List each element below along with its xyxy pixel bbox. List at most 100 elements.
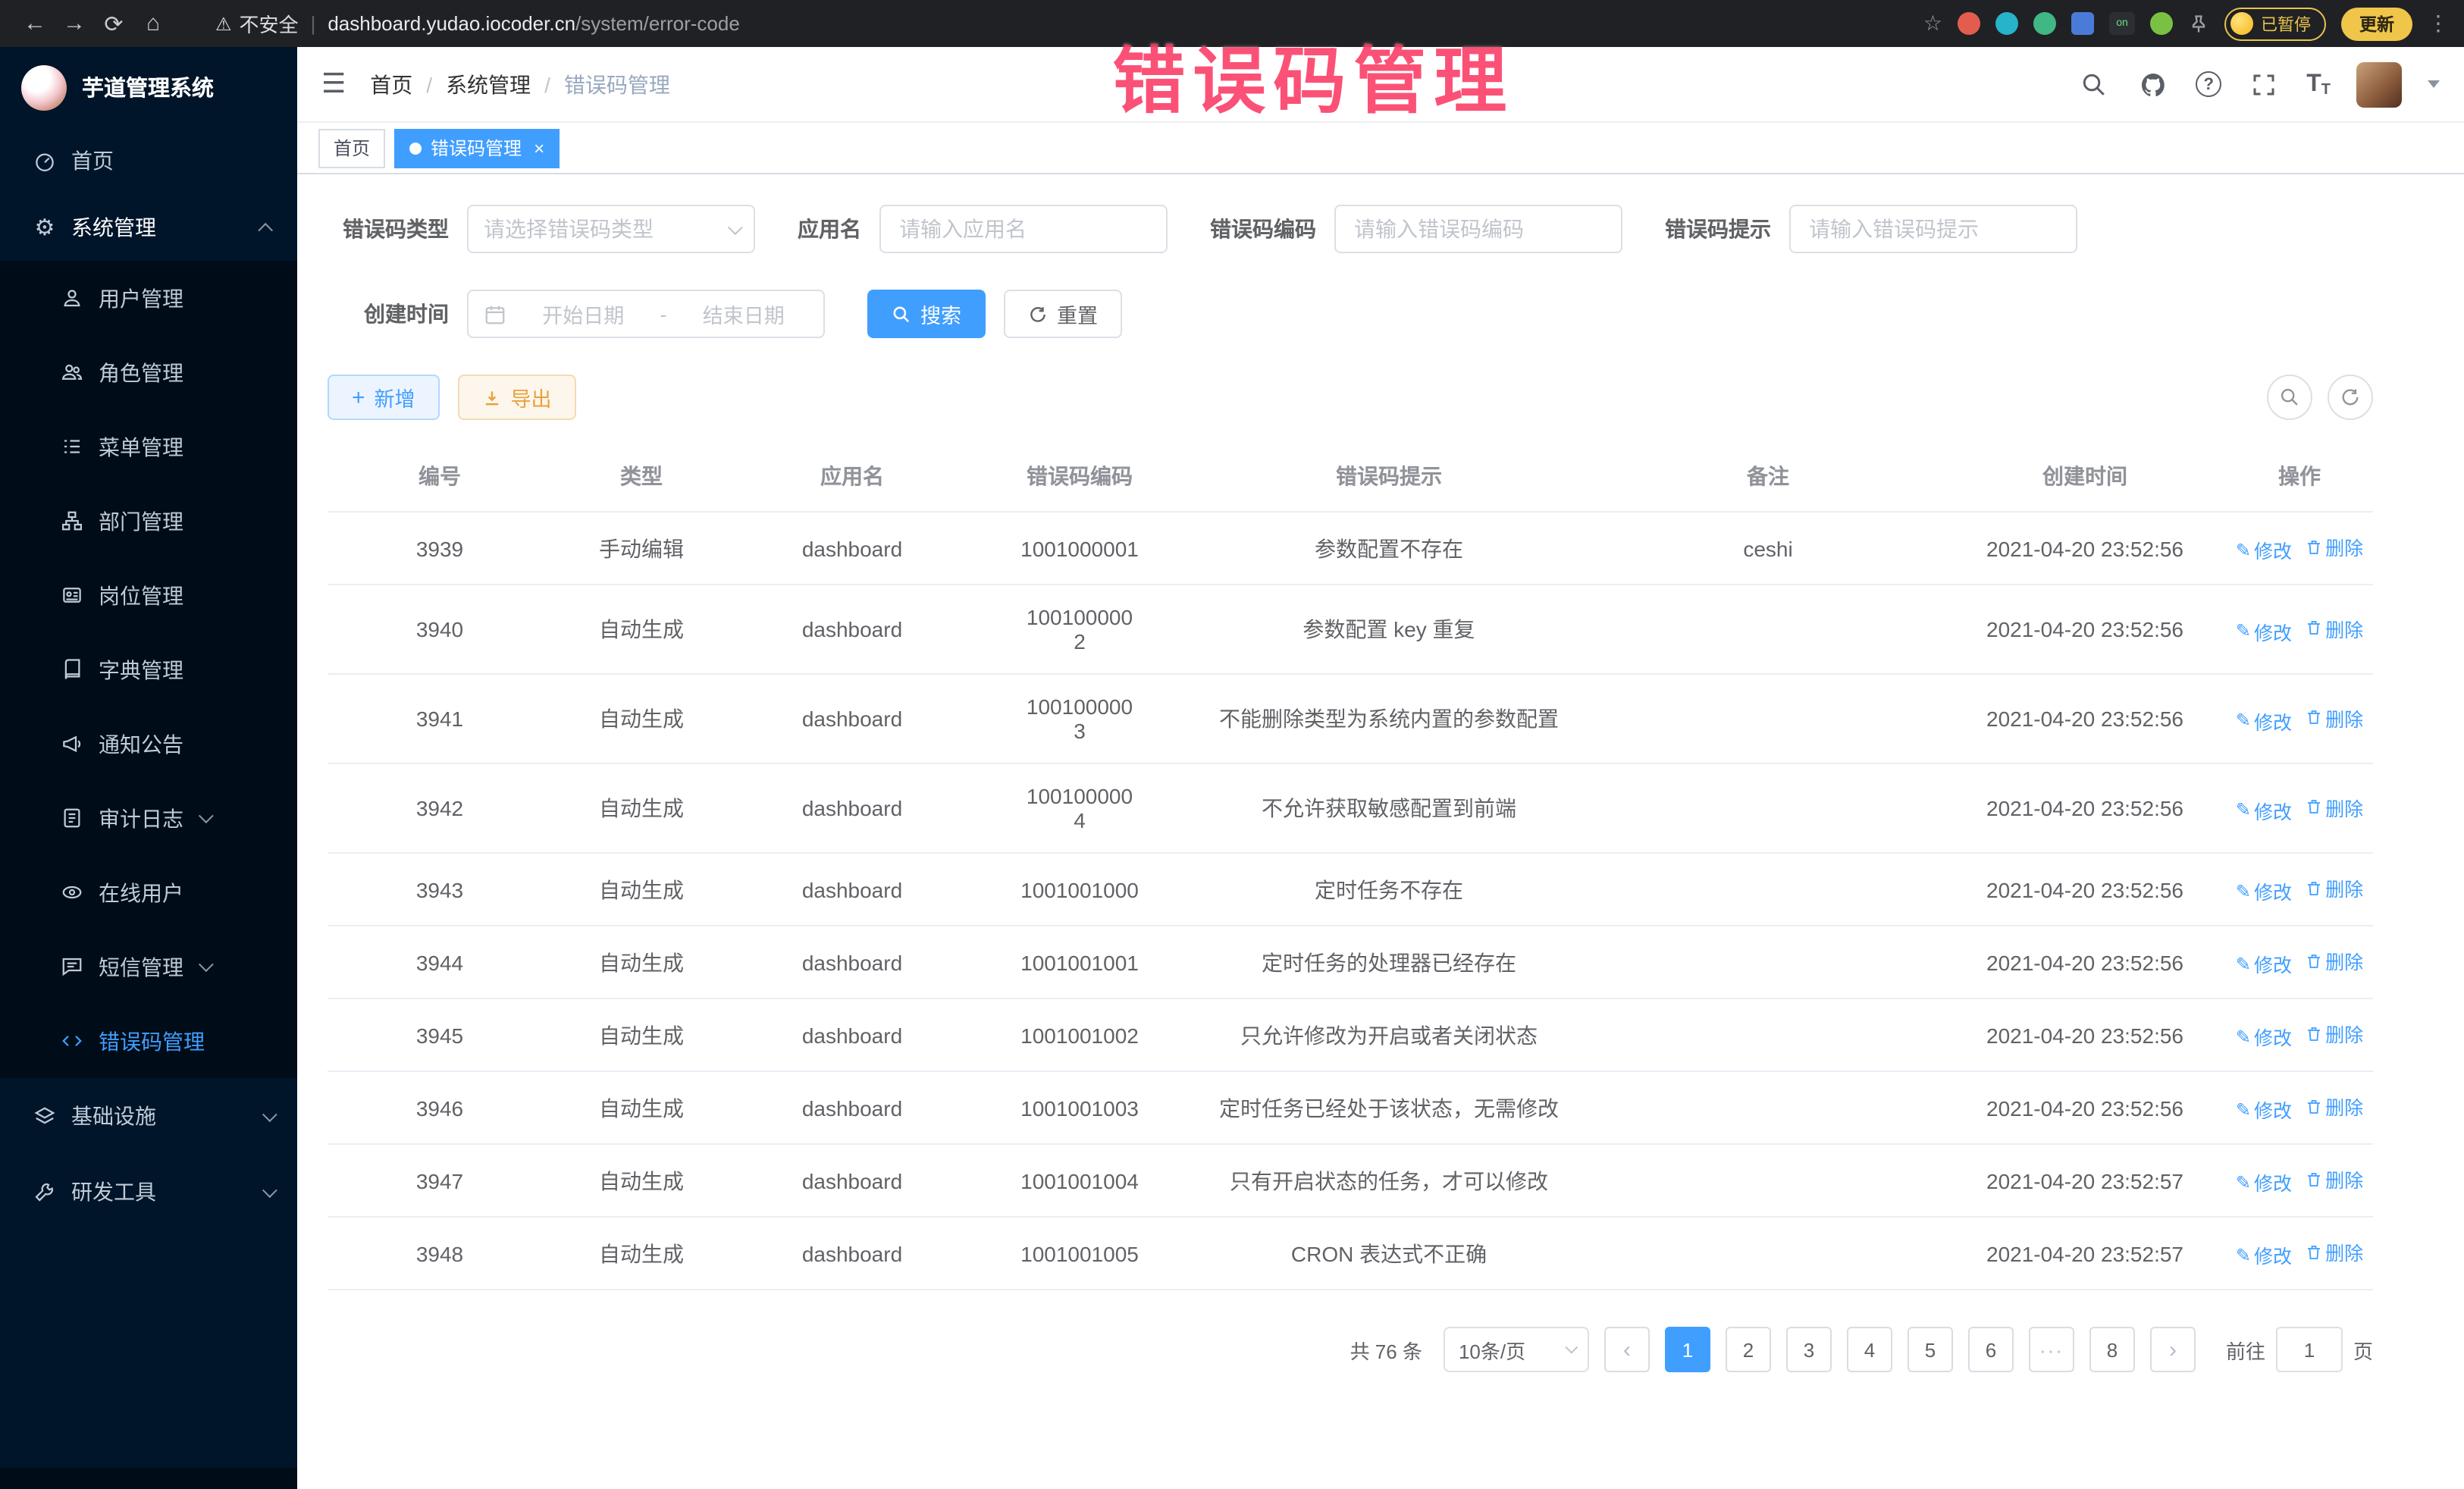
sidebar: 芋道管理系统 首页 ⚙ 系统管理 用户管理 角色管理	[0, 47, 297, 1489]
error-code-input[interactable]	[1334, 205, 1622, 253]
font-size-icon[interactable]: TT	[2306, 71, 2331, 98]
page-button-2[interactable]: 2	[1726, 1327, 1771, 1372]
delete-link[interactable]: 删除	[2304, 1019, 2363, 1048]
github-icon[interactable]	[2136, 67, 2170, 101]
page-button-5[interactable]: 5	[1908, 1327, 1953, 1372]
delete-link[interactable]: 删除	[2304, 1165, 2363, 1193]
edit-link[interactable]: ✎修改	[2236, 1240, 2292, 1269]
sidebar-item-departments[interactable]: 部门管理	[0, 484, 297, 558]
delete-link[interactable]: 删除	[2304, 873, 2363, 902]
sidebar-item-online-users[interactable]: 在线用户	[0, 855, 297, 929]
trash-icon	[2304, 1243, 2322, 1261]
sidebar-item-posts[interactable]: 岗位管理	[0, 558, 297, 632]
edit-link[interactable]: ✎修改	[2236, 949, 2292, 978]
error-hint-input[interactable]	[1789, 205, 2077, 253]
page-content: 错误码类型 请选择错误码类型 应用名 错误码编码	[297, 174, 2464, 1489]
tab-error-codes[interactable]: 错误码管理 ×	[394, 128, 560, 168]
address-bar[interactable]: ⚠ 不安全 | dashboard.yudao.iocoder.cn/syste…	[215, 9, 1923, 38]
prev-page-button[interactable]: ‹	[1604, 1327, 1650, 1372]
forward-icon[interactable]: →	[55, 4, 94, 43]
delete-link[interactable]: 删除	[2304, 613, 2363, 642]
user-avatar[interactable]	[2356, 61, 2402, 107]
sidebar-item-error-codes[interactable]: 错误码管理	[0, 1004, 297, 1078]
help-icon[interactable]: ?	[2196, 71, 2221, 97]
edit-link[interactable]: ✎修改	[2236, 1168, 2292, 1196]
search-button[interactable]: 搜索	[867, 290, 986, 338]
page-size-select[interactable]: 10条/页	[1444, 1327, 1589, 1372]
sidebar-item-home[interactable]: 首页	[0, 127, 297, 194]
edit-link[interactable]: ✎修改	[2236, 535, 2292, 564]
logo-image	[21, 64, 67, 110]
sidebar-item-menus[interactable]: 菜单管理	[0, 409, 297, 484]
page-button-4[interactable]: 4	[1847, 1327, 1892, 1372]
paused-profile-badge[interactable]: 已暂停	[2224, 7, 2326, 40]
sidebar-item-system[interactable]: ⚙ 系统管理	[0, 194, 297, 261]
reset-button[interactable]: 重置	[1004, 290, 1122, 338]
edit-link[interactable]: ✎修改	[2236, 876, 2292, 905]
sidebar-item-audit-logs[interactable]: 审计日志	[0, 781, 297, 855]
page-button-6[interactable]: 6	[1968, 1327, 2014, 1372]
edit-link[interactable]: ✎修改	[2236, 1022, 2292, 1051]
error-type-select[interactable]: 请选择错误码类型	[467, 205, 755, 253]
export-button[interactable]: 导出	[458, 375, 576, 420]
sidebar-item-dictionary[interactable]: 字典管理	[0, 632, 297, 707]
table-row: 3940自动生成dashboard100100000 2参数配置 key 重复2…	[328, 585, 2373, 674]
extension-icon[interactable]	[2150, 12, 2173, 35]
add-button[interactable]: + 新增	[328, 375, 440, 420]
delete-link[interactable]: 删除	[2304, 532, 2363, 561]
download-icon	[482, 387, 502, 407]
not-secure-warning-icon: ⚠	[215, 13, 232, 34]
fullscreen-icon[interactable]	[2247, 67, 2281, 101]
edit-link[interactable]: ✎修改	[2236, 706, 2292, 735]
megaphone-icon	[61, 732, 83, 755]
table-row: 3944自动生成dashboard1001001001定时任务的处理器已经存在2…	[328, 926, 2373, 998]
chrome-menu-icon[interactable]: ⋮	[2428, 11, 2449, 36]
chrome-update-button[interactable]: 更新	[2341, 7, 2412, 40]
delete-link[interactable]: 删除	[2304, 946, 2363, 975]
edit-link[interactable]: ✎修改	[2236, 1095, 2292, 1124]
back-icon[interactable]: ←	[15, 4, 55, 43]
reload-icon[interactable]: ⟳	[94, 4, 133, 43]
sidebar-item-dev-tools[interactable]: 研发工具	[0, 1154, 297, 1230]
avatar-caret-icon[interactable]	[2428, 80, 2440, 88]
sidebar-item-roles[interactable]: 角色管理	[0, 335, 297, 409]
sidebar-item-infrastructure[interactable]: 基础设施	[0, 1078, 297, 1154]
refresh-table-button[interactable]	[2328, 375, 2373, 420]
search-icon[interactable]	[2077, 67, 2111, 101]
more-pages-button[interactable]: ···	[2029, 1327, 2074, 1372]
edit-link[interactable]: ✎修改	[2236, 616, 2292, 645]
home-icon[interactable]: ⌂	[133, 4, 173, 43]
gear-icon: ⚙	[33, 216, 56, 239]
breadcrumb-system[interactable]: 系统管理	[446, 69, 531, 99]
delete-link[interactable]: 删除	[2304, 1092, 2363, 1121]
vue-devtools-icon[interactable]	[2033, 12, 2056, 35]
extension-on-badge[interactable]: on	[2109, 12, 2135, 35]
page-button-8[interactable]: 8	[2089, 1327, 2135, 1372]
breadcrumb-home[interactable]: 首页	[370, 69, 412, 99]
delete-link[interactable]: 删除	[2304, 703, 2363, 732]
goto-page-input[interactable]	[2276, 1327, 2343, 1372]
next-page-button[interactable]: ›	[2150, 1327, 2196, 1372]
url-text: dashboard.yudao.iocoder.cn/system/error-…	[328, 12, 739, 35]
sidebar-item-sms[interactable]: 短信管理	[0, 929, 297, 1004]
page-button-3[interactable]: 3	[1786, 1327, 1832, 1372]
extension-icon[interactable]	[2071, 12, 2094, 35]
app-name-input[interactable]	[879, 205, 1168, 253]
code-icon	[61, 1030, 83, 1052]
tab-home[interactable]: 首页	[318, 128, 385, 168]
show-search-button[interactable]	[2267, 375, 2312, 420]
close-tab-icon[interactable]: ×	[534, 137, 544, 158]
extension-icon[interactable]	[1958, 12, 1980, 35]
edit-link[interactable]: ✎修改	[2236, 795, 2292, 824]
delete-link[interactable]: 删除	[2304, 1237, 2363, 1266]
page-button-1[interactable]: 1	[1665, 1327, 1710, 1372]
bookmark-star-icon[interactable]: ☆	[1923, 11, 1942, 36]
sidebar-item-notices[interactable]: 通知公告	[0, 707, 297, 781]
hamburger-icon[interactable]: ☰	[321, 68, 346, 100]
extension-icon[interactable]	[1995, 12, 2018, 35]
date-range-picker[interactable]: 开始日期 - 结束日期	[467, 290, 825, 338]
sidebar-item-users[interactable]: 用户管理	[0, 261, 297, 335]
extensions-pin-icon[interactable]	[2188, 13, 2209, 34]
delete-link[interactable]: 删除	[2304, 792, 2363, 821]
table-row: 3946自动生成dashboard1001001003定时任务已经处于该状态，无…	[328, 1071, 2373, 1144]
